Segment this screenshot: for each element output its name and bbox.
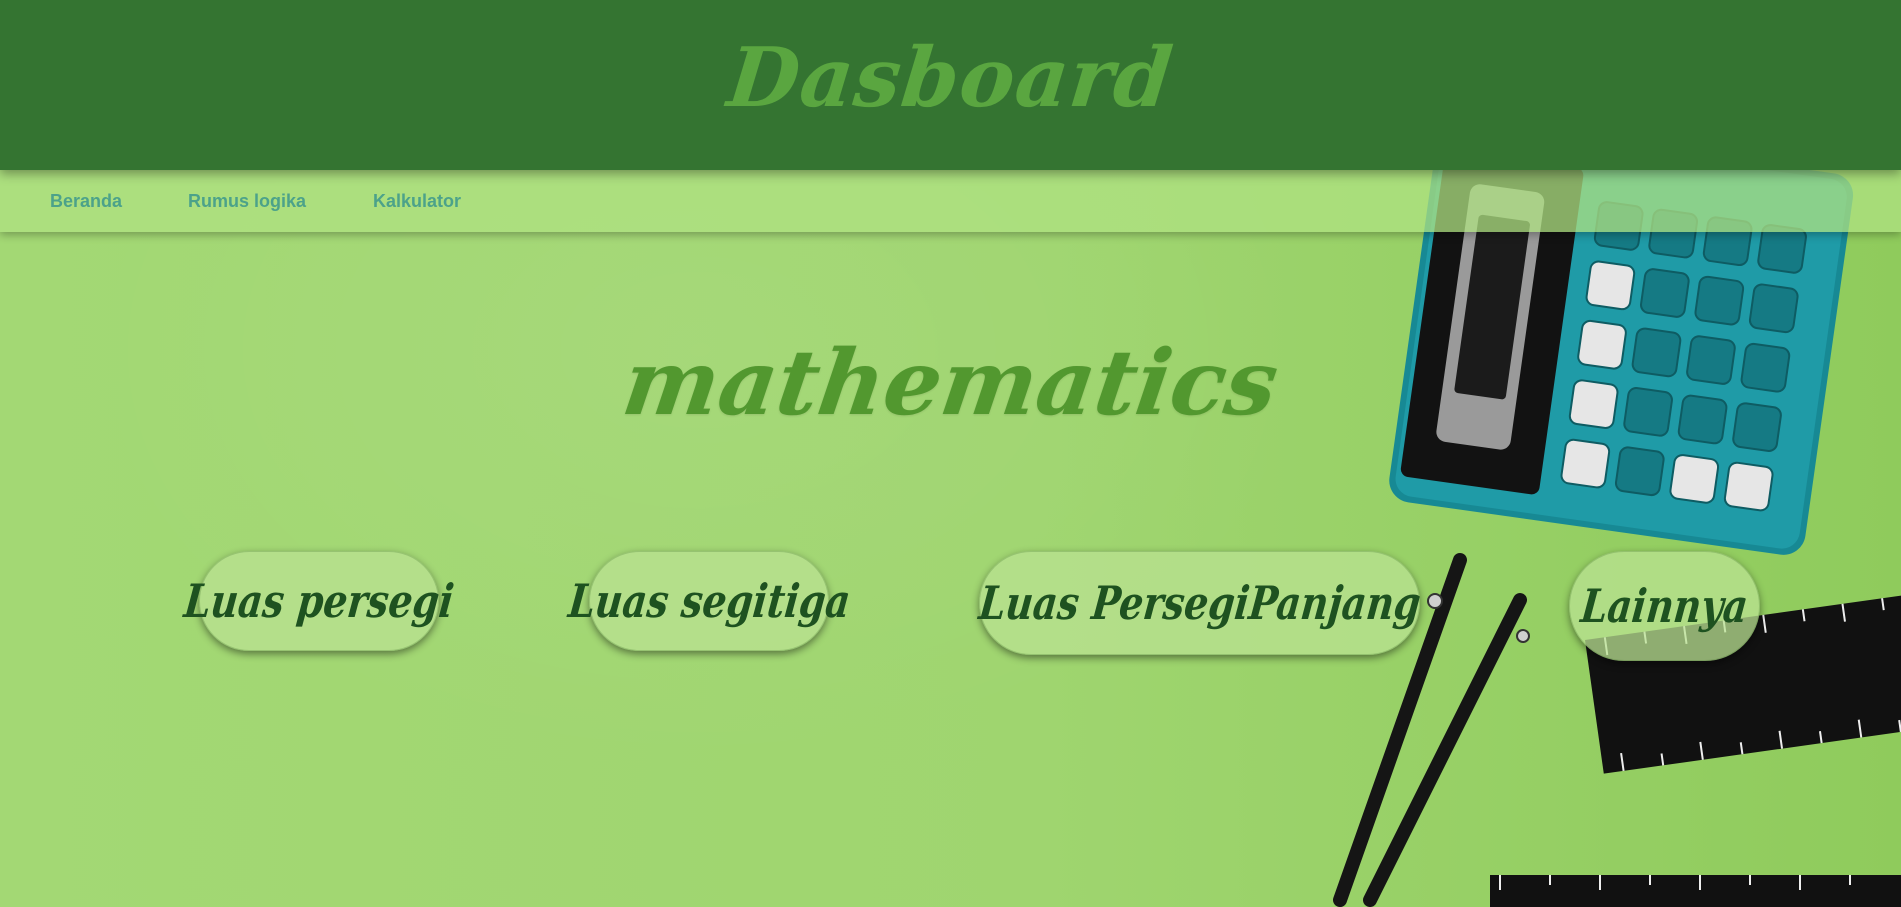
nav-item-rumus-logika[interactable]: Rumus logika xyxy=(188,191,306,212)
luas-persegi-button[interactable]: Luas persegi xyxy=(182,551,456,651)
nav-item-beranda[interactable]: Beranda xyxy=(50,191,122,212)
page-title: Dasboard xyxy=(723,30,1178,126)
luas-persegi-panjang-label: Luas PersegiPanjang xyxy=(976,576,1423,630)
header-bar: Dasboard xyxy=(0,0,1901,170)
nav-item-kalkulator[interactable]: Kalkulator xyxy=(373,191,461,212)
luas-segitiga-button[interactable]: Luas segitiga xyxy=(566,551,852,651)
lainnya-button[interactable]: Lainnya xyxy=(1569,551,1760,661)
ruler-bottom-image xyxy=(1490,875,1901,907)
luas-segitiga-label: Luas segitiga xyxy=(565,574,853,628)
lainnya-label: Lainnya xyxy=(1578,579,1751,633)
luas-persegi-label: Luas persegi xyxy=(181,574,457,628)
nav-bar: Beranda Rumus logika Kalkulator xyxy=(0,170,1901,232)
luas-persegi-panjang-button[interactable]: Luas PersegiPanjang xyxy=(976,551,1423,655)
